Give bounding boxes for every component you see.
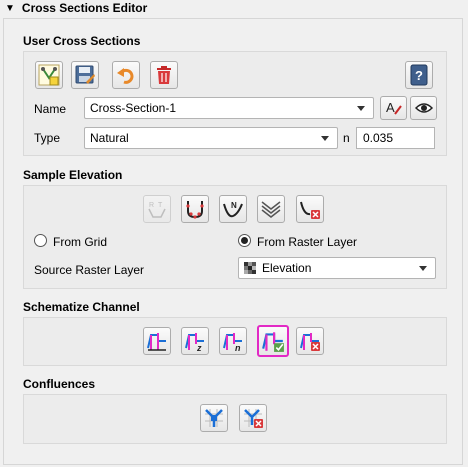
from-grid-radio[interactable]: [34, 234, 47, 247]
add-cross-section-icon: [38, 64, 60, 86]
section-title-confluences: Confluences: [23, 377, 96, 391]
schematize-z-icon: z: [185, 333, 204, 352]
group-confluences: [23, 394, 447, 444]
svg-text:R: R: [149, 202, 154, 209]
panel-title: Cross Sections Editor: [21, 1, 148, 15]
delete-profile-icon: [300, 201, 320, 219]
section-title-schematize-channel: Schematize Channel: [23, 300, 140, 314]
n-profile-icon: N: [223, 201, 243, 218]
delete-profile-button[interactable]: [296, 195, 324, 223]
name-label: Name: [34, 102, 67, 116]
name-combobox-value: Cross-Section-1: [90, 101, 177, 115]
chevron-down-icon: [357, 106, 365, 111]
source-raster-value: Elevation: [262, 261, 312, 275]
section-title-user-cross-sections: User Cross Sections: [23, 34, 141, 48]
chevron-down-icon: [321, 136, 329, 141]
help-button[interactable]: ?: [405, 61, 433, 89]
name-combobox[interactable]: Cross-Section-1: [84, 97, 374, 119]
from-raster-radio[interactable]: [238, 234, 251, 247]
delete-icon: [157, 66, 171, 84]
undo-button[interactable]: [112, 61, 140, 89]
manning-n-input[interactable]: 0.035: [356, 127, 435, 149]
stacked-profile-button[interactable]: [257, 195, 285, 223]
section-title-sample-elevation: Sample Elevation: [23, 168, 123, 182]
source-raster-label: Source Raster Layer: [34, 263, 145, 277]
stacked-profile-icon: [261, 201, 281, 218]
schematize-check-button[interactable]: [257, 325, 289, 357]
panel-header[interactable]: ▼ Cross Sections Editor: [0, 0, 468, 16]
from-grid-label: From Grid: [53, 235, 107, 249]
schematize-n-button[interactable]: n: [219, 327, 247, 355]
save-icon: [75, 65, 95, 84]
save-button[interactable]: [71, 61, 99, 89]
svg-text:T: T: [158, 202, 163, 209]
svg-text:n: n: [235, 343, 241, 352]
rename-icon: A: [386, 100, 402, 115]
schematize-icon: [147, 333, 166, 351]
schematize-z-button[interactable]: z: [181, 327, 209, 355]
rename-button[interactable]: A: [380, 96, 407, 120]
delete-button[interactable]: [150, 61, 178, 89]
type-combobox-value: Natural: [90, 131, 129, 145]
undo-icon: [117, 68, 134, 84]
raster-layer-icon: [244, 262, 256, 274]
schematize-check-icon: [262, 332, 284, 352]
schematize-button[interactable]: [143, 327, 171, 355]
manning-n-value: 0.035: [363, 131, 394, 145]
svg-text:z: z: [196, 343, 202, 352]
source-raster-combobox[interactable]: Elevation: [238, 257, 436, 279]
rt-profile-icon: R T: [148, 202, 166, 218]
schematize-n-icon: n: [223, 333, 242, 352]
n-label: n: [343, 131, 350, 145]
add-cross-section-button[interactable]: [35, 61, 63, 89]
rt-profile-button[interactable]: R T: [143, 195, 171, 223]
from-raster-label: From Raster Layer: [257, 235, 358, 249]
svg-text:A: A: [386, 100, 395, 115]
confluence-delete-icon: [244, 409, 263, 428]
show-button[interactable]: [410, 96, 437, 120]
sample-points-button[interactable]: [181, 195, 209, 223]
n-profile-button[interactable]: N: [219, 195, 247, 223]
help-icon: ?: [410, 64, 428, 86]
eye-icon: [414, 103, 433, 113]
type-combobox[interactable]: Natural: [84, 127, 338, 149]
sample-points-icon: [186, 201, 204, 219]
svg-text:N: N: [231, 201, 237, 210]
svg-text:?: ?: [415, 68, 423, 83]
confluence-button[interactable]: [200, 404, 228, 432]
schematize-delete-icon: [300, 333, 320, 351]
type-label: Type: [34, 131, 61, 145]
schematize-delete-button[interactable]: [296, 327, 324, 355]
chevron-down-icon: [419, 266, 427, 271]
confluence-delete-button[interactable]: [239, 404, 267, 432]
collapse-triangle-icon[interactable]: ▼: [5, 3, 15, 14]
confluence-icon: [205, 409, 223, 427]
